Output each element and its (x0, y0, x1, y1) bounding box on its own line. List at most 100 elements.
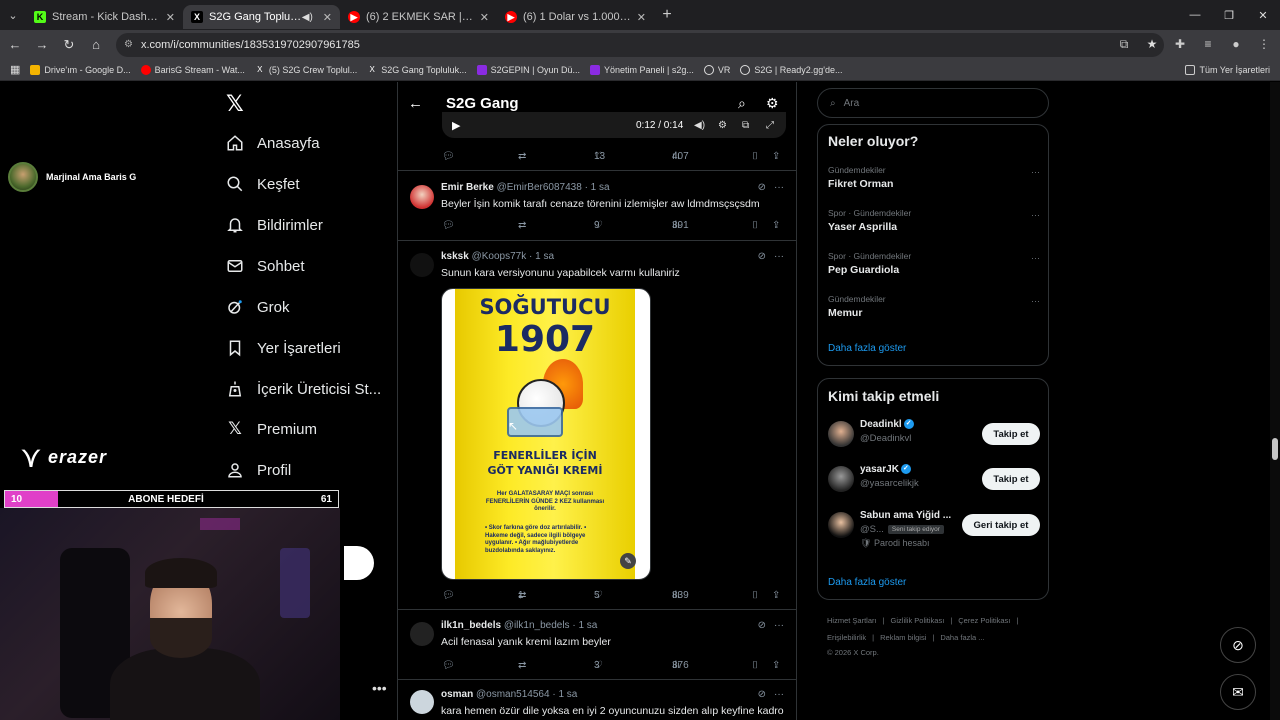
close-icon[interactable]: ✕ (166, 11, 175, 24)
trend-item[interactable]: Gündemdekiler Memur ··· (828, 294, 1040, 319)
show-more-link[interactable]: Daha fazla göster (828, 343, 906, 354)
avatar[interactable] (828, 512, 854, 538)
pip-icon[interactable]: ⧉ (742, 120, 749, 131)
fullscreen-icon[interactable]: ⤢ (766, 120, 774, 131)
avatar[interactable] (828, 466, 854, 492)
more-icon[interactable]: ··· (774, 689, 784, 700)
tab-s2g-gang[interactable]: X S2G Gang Topluluk / X ◀) ✕ (183, 5, 340, 29)
retweet-icon[interactable]: ⇄ (518, 220, 526, 231)
nav-premium[interactable]: 𝕏 Premium (226, 419, 317, 439)
search-icon[interactable]: ⌕ (738, 95, 746, 112)
bookmark-item[interactable]: S2GEPIN | Oyun Dü... (476, 64, 580, 75)
nav-creator-studio[interactable]: İçerik Üreticisi St... (226, 380, 381, 398)
messages-fab-icon[interactable]: ✉ (1220, 674, 1256, 710)
share-icon[interactable]: ⇪ (772, 590, 780, 601)
nav-explore[interactable]: Keşfet (226, 175, 300, 193)
share-icon[interactable]: ⇪ (772, 660, 780, 671)
x-logo-icon[interactable]: 𝕏 (226, 92, 244, 117)
tweet[interactable]: ksksk @Koops77k · 1 sa ⊘ ··· Sunun kara … (398, 240, 796, 609)
follow-suggestion[interactable]: yasarJK ✓ @yasarcelikjk Takip et (828, 464, 1040, 498)
more-icon[interactable]: ··· (1031, 296, 1040, 306)
nav-chat[interactable]: Sohbet (226, 257, 305, 275)
tweet-image[interactable]: SOĞUTUCU 1907 FENERLİLER İÇİN GÖT YANIĞI… (441, 288, 651, 580)
footer-link[interactable]: Erişilebilirlik (827, 633, 866, 642)
bookmark-item[interactable]: S2G | Ready2.gg'de... (740, 64, 843, 75)
like-button[interactable]: ♡ 9 (594, 220, 606, 231)
nav-profile[interactable]: Profil (226, 461, 291, 479)
install-app-icon[interactable]: ⧉ (1112, 37, 1136, 52)
author-name[interactable]: ksksk (441, 251, 469, 262)
author-name[interactable]: osman (441, 689, 473, 700)
reply-icon[interactable]: 💬︎ (442, 660, 455, 671)
apps-icon[interactable]: ▦ (10, 63, 20, 76)
views-stat[interactable]: ılı 407 (672, 151, 689, 162)
page-scrollbar[interactable] (1270, 82, 1280, 720)
close-window-icon[interactable]: ✕ (1246, 0, 1280, 30)
more-icon[interactable]: ··· (1031, 167, 1040, 177)
author-handle[interactable]: @EmirBer6087438 (497, 182, 582, 193)
reply-icon[interactable]: 💬︎ (442, 151, 455, 162)
play-icon[interactable]: ▶ (452, 119, 460, 132)
close-icon[interactable]: ✕ (480, 11, 489, 24)
star-icon[interactable]: ★ (1140, 37, 1164, 52)
tab-youtube-2[interactable]: ▶ (6) 1 Dolar vs 1.000.000.000 Do... ✕ (497, 5, 654, 29)
bookmark-icon[interactable]: ⌷ (752, 590, 758, 601)
trend-item[interactable]: Spor · Gündemdekiler Yaser Asprilla ··· (828, 208, 1040, 233)
more-icon[interactable]: ••• (372, 680, 387, 696)
extensions-icon[interactable]: ✚ (1168, 37, 1192, 52)
nav-grok[interactable]: Grok (226, 298, 290, 316)
tab-search-icon[interactable]: ⌄ (0, 0, 26, 30)
author-handle[interactable]: @Koops77k (472, 251, 527, 262)
minimize-icon[interactable]: — (1178, 0, 1212, 30)
scrollbar-thumb[interactable] (1272, 438, 1278, 460)
image-edit-icon[interactable]: ✎ (620, 553, 636, 569)
grok-icon[interactable]: ⊘ (758, 251, 766, 262)
show-more-link[interactable]: Daha fazla göster (828, 577, 906, 588)
tab-kick[interactable]: K Stream - Kick Dashboard ✕ (26, 5, 183, 29)
nav-home[interactable]: Anasayfa (226, 134, 320, 152)
video-settings-icon[interactable]: ⚙ (718, 120, 727, 131)
author-name[interactable]: ilk1n_bedels (441, 620, 501, 631)
views-stat[interactable]: ılı 839 (672, 590, 689, 601)
retweet-icon[interactable]: ⇄ (518, 151, 526, 162)
avatar[interactable] (410, 622, 434, 646)
site-info-icon[interactable]: ⚙ (124, 39, 133, 50)
follow-button[interactable]: Takip et (982, 468, 1040, 490)
retweet-icon[interactable]: ⇄ (518, 660, 526, 671)
media-icon[interactable]: ≡ (1196, 37, 1220, 52)
all-bookmarks[interactable]: Tüm Yer İşaretleri (1185, 64, 1270, 75)
more-icon[interactable]: ··· (1031, 210, 1040, 220)
bookmark-icon[interactable]: ⌷ (752, 151, 758, 162)
bookmark-icon[interactable]: ⌷ (752, 660, 758, 671)
grok-icon[interactable]: ⊘ (758, 689, 766, 700)
author-handle[interactable]: @osman514564 (476, 689, 550, 700)
bookmark-item[interactable]: VR (703, 64, 730, 75)
bookmark-item[interactable]: Yönetim Paneli | s2g... (589, 64, 694, 75)
avatar[interactable] (410, 253, 434, 277)
footer-link[interactable]: Hizmet Şartları (827, 616, 877, 625)
more-icon[interactable]: ··· (1031, 253, 1040, 263)
more-icon[interactable]: ··· (774, 251, 784, 262)
profile-avatar-icon[interactable]: ● (1224, 37, 1248, 52)
search-input[interactable]: ⌕ Ara (817, 88, 1049, 118)
grok-icon[interactable]: ⊘ (758, 182, 766, 193)
author-handle[interactable]: @ilk1n_bedels (504, 620, 570, 631)
follow-back-button[interactable]: Geri takip et (962, 514, 1040, 536)
follow-suggestion[interactable]: Deadinkl ✓ @Deadinkvl Takip et (828, 419, 1040, 453)
speaker-icon[interactable]: ◀) (302, 12, 313, 23)
post-button-partial[interactable] (344, 546, 374, 580)
tab-youtube-1[interactable]: ▶ (6) 2 EKMEK SAR | Madara Old... ✕ (340, 5, 497, 29)
bookmark-item[interactable]: X (5) S2G Crew Toplul... (255, 65, 357, 75)
bookmark-icon[interactable]: ⌷ (752, 220, 758, 231)
back-arrow-icon[interactable]: ← (408, 95, 428, 112)
author-name[interactable]: Emir Berke (441, 182, 494, 193)
close-icon[interactable]: ✕ (637, 11, 646, 24)
tweet[interactable]: osman @osman514564 · 1 sa ⊘ ··· kara hem… (398, 679, 796, 720)
forward-icon[interactable]: → (30, 33, 54, 57)
footer-link[interactable]: Çerez Politikası (958, 616, 1010, 625)
close-icon[interactable]: ✕ (323, 11, 332, 24)
like-button[interactable]: ♡ 3 (594, 660, 606, 671)
views-stat[interactable]: ılı 376 (672, 660, 689, 671)
restore-icon[interactable]: ❐ (1212, 0, 1246, 30)
menu-icon[interactable]: ⋮ (1252, 37, 1276, 52)
